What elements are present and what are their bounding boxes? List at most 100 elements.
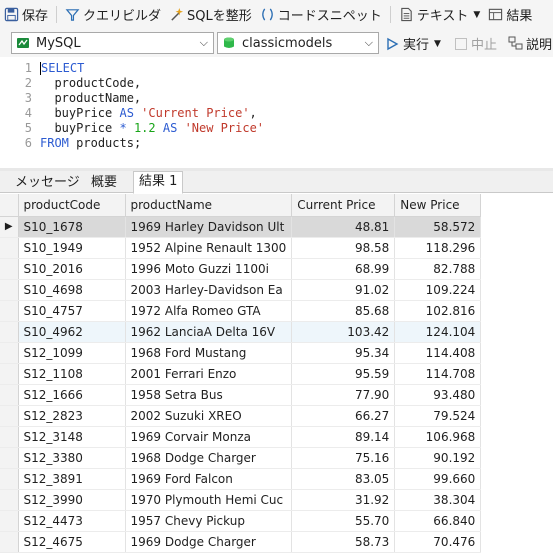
table-cell[interactable]: 1969 Harley Davidson Ult — [125, 216, 293, 238]
table-cell[interactable]: 83.05 — [291, 468, 396, 490]
table-row[interactable]: S12_3148 1969 Corvair Monza 89.14 106.968 — [0, 426, 482, 448]
table-cell[interactable]: 1969 Ford Falcon — [125, 468, 293, 490]
table-cell[interactable]: 1957 Chevy Pickup — [125, 510, 293, 532]
result-grid[interactable]: productCode productName Current Price Ne… — [0, 194, 553, 558]
text-button[interactable]: テキスト ▼ — [395, 0, 485, 29]
code-snippet-button[interactable]: コードスニペット — [256, 0, 386, 29]
connection-select[interactable]: MySQL ⌵ — [11, 32, 214, 54]
table-cell[interactable]: 114.708 — [394, 363, 482, 385]
row-header[interactable] — [0, 405, 19, 427]
table-cell[interactable]: 91.02 — [291, 279, 396, 301]
table-cell[interactable]: S12_3990 — [18, 489, 126, 511]
table-cell[interactable]: 2002 Suzuki XREO — [125, 405, 293, 427]
table-cell[interactable]: 89.14 — [291, 426, 396, 448]
tab-summary[interactable]: 概要 — [86, 173, 122, 193]
row-header[interactable] — [0, 237, 19, 259]
table-cell[interactable]: 99.660 — [394, 468, 482, 490]
results-button[interactable]: 結果 — [484, 0, 536, 29]
table-cell[interactable]: 66.840 — [394, 510, 482, 532]
row-header[interactable] — [0, 510, 19, 532]
table-cell[interactable]: 90.192 — [394, 447, 482, 469]
table-row[interactable]: S12_1108 2001 Ferrari Enzo 95.59 114.708 — [0, 363, 482, 385]
row-header[interactable] — [0, 489, 19, 511]
table-cell[interactable]: S10_4698 — [18, 279, 126, 301]
table-cell[interactable]: S12_1099 — [18, 342, 126, 364]
table-cell[interactable]: S12_3148 — [18, 426, 126, 448]
table-cell[interactable]: 2003 Harley-Davidson Ea — [125, 279, 293, 301]
table-row[interactable]: S10_4962 1962 LanciaA Delta 16V 103.42 124.… — [0, 321, 482, 343]
table-cell[interactable]: 1972 Alfa Romeo GTA — [125, 300, 293, 322]
table-cell[interactable]: 82.788 — [394, 258, 482, 280]
table-cell[interactable]: 31.92 — [291, 489, 396, 511]
table-row[interactable]: S12_1666 1958 Setra Bus 77.90 93.480 — [0, 384, 482, 406]
table-row[interactable]: S12_3380 1968 Dodge Charger 75.16 90.192 — [0, 447, 482, 469]
table-cell[interactable]: 109.224 — [394, 279, 482, 301]
table-cell[interactable]: 95.59 — [291, 363, 396, 385]
row-header[interactable] — [0, 363, 19, 385]
table-cell[interactable]: 77.90 — [291, 384, 396, 406]
table-cell[interactable]: 1969 Dodge Charger — [125, 531, 293, 553]
table-cell[interactable]: S12_4473 — [18, 510, 126, 532]
table-cell[interactable]: 95.34 — [291, 342, 396, 364]
table-cell[interactable]: 75.16 — [291, 447, 396, 469]
sql-format-button[interactable]: SQLを整形 — [165, 0, 256, 29]
table-row[interactable]: S12_3990 1970 Plymouth Hemi Cuc 31.92 38.30… — [0, 489, 482, 511]
column-header[interactable]: productName — [125, 194, 293, 217]
table-cell[interactable]: 68.99 — [291, 258, 396, 280]
table-cell[interactable]: S10_4962 — [18, 321, 126, 343]
table-row[interactable]: S10_1949 1952 Alpine Renault 1300 98.58 118… — [0, 237, 482, 259]
table-cell[interactable]: S12_4675 — [18, 531, 126, 553]
table-cell[interactable]: 38.304 — [394, 489, 482, 511]
row-header[interactable] — [0, 300, 19, 322]
table-row[interactable]: S12_2823 2002 Suzuki XREO 66.27 79.524 — [0, 405, 482, 427]
table-cell[interactable]: S10_2016 — [18, 258, 126, 280]
table-cell[interactable]: S10_1949 — [18, 237, 126, 259]
explain-button[interactable]: 説明 — [508, 34, 552, 53]
table-row[interactable]: S10_4698 2003 Harley-Davidson Ea 91.02 109.… — [0, 279, 482, 301]
table-row[interactable]: S10_4757 1972 Alfa Romeo GTA 85.68 102.816 — [0, 300, 482, 322]
table-cell[interactable]: S12_2823 — [18, 405, 126, 427]
table-cell[interactable]: 1962 LanciaA Delta 16V — [125, 321, 293, 343]
table-cell[interactable]: 103.42 — [291, 321, 396, 343]
row-header[interactable] — [0, 531, 19, 553]
table-cell[interactable]: 98.58 — [291, 237, 396, 259]
save-button[interactable]: 保存 — [0, 0, 52, 29]
table-cell[interactable]: 85.68 — [291, 300, 396, 322]
column-header[interactable]: Current Price — [291, 194, 396, 217]
table-cell[interactable]: 106.968 — [394, 426, 482, 448]
table-row[interactable]: S12_3891 1969 Ford Falcon 83.05 99.660 — [0, 468, 482, 490]
table-row[interactable]: S12_1099 1968 Ford Mustang 95.34 114.408 — [0, 342, 482, 364]
table-cell[interactable]: 1969 Corvair Monza — [125, 426, 293, 448]
table-cell[interactable]: S12_3380 — [18, 447, 126, 469]
run-button[interactable]: 実行 ▼ — [385, 34, 441, 53]
row-header[interactable]: ▶ — [0, 216, 19, 238]
table-cell[interactable]: S10_1678 — [18, 216, 126, 238]
table-cell[interactable]: 1996 Moto Guzzi 1100i — [125, 258, 293, 280]
table-cell[interactable]: 48.81 — [291, 216, 396, 238]
table-row[interactable]: ▶ S10_1678 1969 Harley Davidson Ult 48.81 58… — [0, 216, 482, 238]
row-header[interactable] — [0, 279, 19, 301]
row-header[interactable] — [0, 426, 19, 448]
sql-editor[interactable]: 1 SELECT 2 productCode, 3 productName, 4 … — [0, 57, 553, 168]
table-row[interactable]: S12_4473 1957 Chevy Pickup 55.70 66.840 — [0, 510, 482, 532]
table-cell[interactable]: S12_3891 — [18, 468, 126, 490]
row-header[interactable] — [0, 258, 19, 280]
table-cell[interactable]: 1970 Plymouth Hemi Cuc — [125, 489, 293, 511]
table-cell[interactable]: S12_1666 — [18, 384, 126, 406]
tab-result-1[interactable]: 結果 1 — [133, 171, 184, 194]
query-builder-button[interactable]: クエリビルダ — [61, 0, 165, 29]
row-header[interactable] — [0, 468, 19, 490]
table-cell[interactable]: 55.70 — [291, 510, 396, 532]
row-header[interactable] — [0, 342, 19, 364]
table-cell[interactable]: 1968 Dodge Charger — [125, 447, 293, 469]
table-cell[interactable]: 114.408 — [394, 342, 482, 364]
table-row[interactable]: S10_2016 1996 Moto Guzzi 1100i 68.99 82.788 — [0, 258, 482, 280]
column-header[interactable]: productCode — [18, 194, 126, 217]
table-cell[interactable]: 1958 Setra Bus — [125, 384, 293, 406]
table-cell[interactable]: S10_4757 — [18, 300, 126, 322]
row-header[interactable] — [0, 321, 19, 343]
table-cell[interactable]: 93.480 — [394, 384, 482, 406]
table-cell[interactable]: 124.104 — [394, 321, 482, 343]
table-cell[interactable]: S12_1108 — [18, 363, 126, 385]
row-header[interactable] — [0, 447, 19, 469]
